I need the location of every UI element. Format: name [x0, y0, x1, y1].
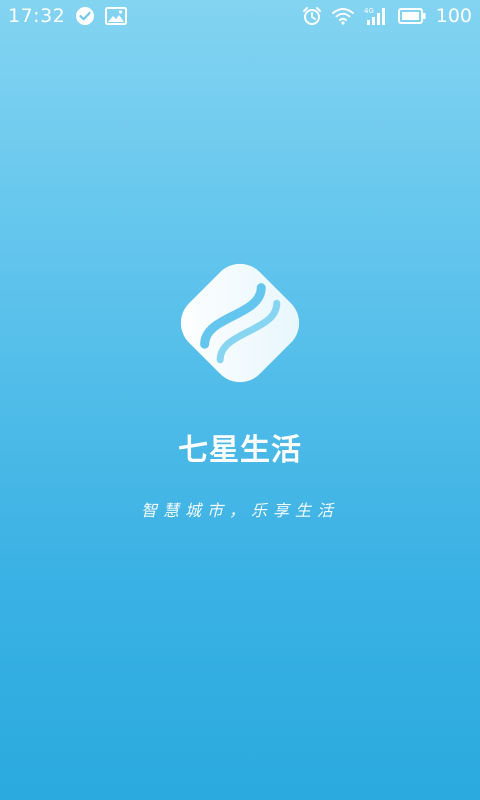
status-left: 17:32	[8, 5, 128, 27]
battery-icon	[397, 8, 426, 24]
battery-level: 100	[435, 5, 472, 27]
status-time: 17:32	[8, 5, 66, 27]
app-logo	[160, 243, 320, 403]
app-name: 七星生活	[178, 433, 302, 468]
status-bar: 17:32 4G 100	[0, 0, 480, 32]
image-icon	[105, 7, 128, 25]
status-right: 4G 100	[302, 5, 472, 27]
network-label: 4G	[364, 7, 374, 15]
4g-signal-icon: 4G	[364, 6, 388, 26]
app-slogan: 智慧城市，乐享生活	[140, 501, 339, 520]
check-circle-icon	[75, 6, 95, 26]
wifi-icon	[331, 7, 354, 25]
alarm-icon	[302, 6, 322, 26]
